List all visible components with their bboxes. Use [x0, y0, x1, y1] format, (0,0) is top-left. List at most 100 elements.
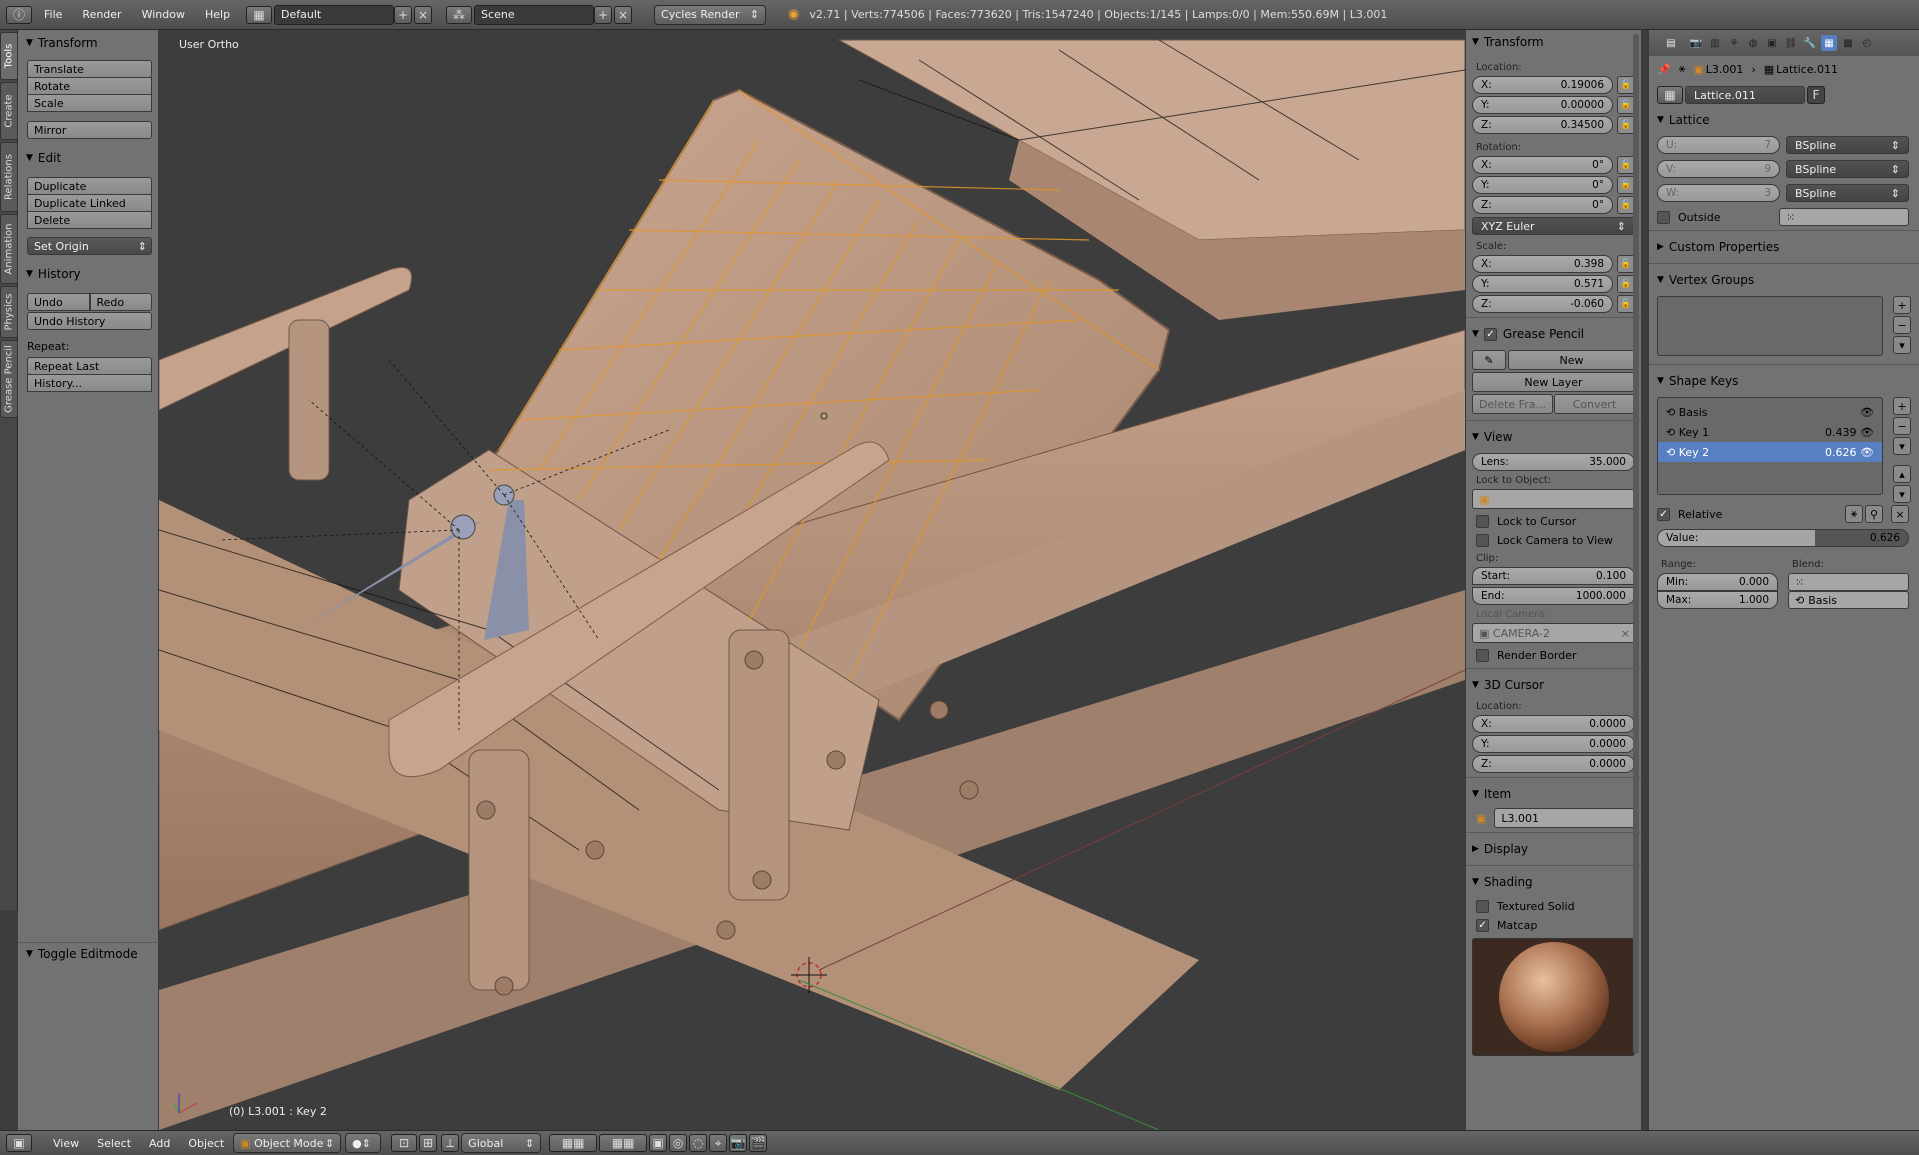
- vertex-groups-header[interactable]: ▼ Vertex Groups: [1649, 268, 1919, 292]
- menu-add[interactable]: Add: [140, 1137, 179, 1150]
- tab-tools[interactable]: Tools: [0, 32, 18, 80]
- move-down-icon[interactable]: ▾: [1893, 485, 1911, 503]
- render-border-toggle[interactable]: Render Border: [1476, 649, 1631, 662]
- tab-animation[interactable]: Animation: [0, 214, 18, 284]
- render-engine-dropdown[interactable]: Cycles Render ⇕: [654, 4, 767, 25]
- layers-tab-icon[interactable]: ▥: [1707, 35, 1723, 51]
- menu-help[interactable]: Help: [195, 8, 240, 21]
- gp-new-button[interactable]: New: [1508, 350, 1635, 370]
- orientation-dropdown[interactable]: Global ⇕: [461, 1133, 542, 1153]
- convert-button[interactable]: Convert: [1554, 394, 1635, 414]
- toggle-editmode-header[interactable]: ▼ Toggle Editmode: [18, 942, 159, 964]
- translate-button[interactable]: Translate: [27, 60, 152, 78]
- scale-z-field[interactable]: Z: -0.060: [1472, 295, 1613, 313]
- modifiers-tab-icon[interactable]: 🔧: [1802, 35, 1818, 51]
- clip-start-field[interactable]: Start: 0.100: [1472, 567, 1635, 585]
- range-min-field[interactable]: Min: 0.000: [1657, 573, 1778, 591]
- remove-shape-key-icon[interactable]: −: [1893, 417, 1911, 435]
- occlude-icon[interactable]: ⊞: [419, 1134, 438, 1152]
- proportional-icon[interactable]: ◎: [669, 1134, 688, 1152]
- lattice-u-field[interactable]: U: 7: [1657, 136, 1780, 154]
- lattice-panel-header[interactable]: ▼ Lattice: [1649, 108, 1919, 132]
- layout-field[interactable]: Default: [274, 4, 395, 25]
- menu-window[interactable]: Window: [132, 8, 195, 21]
- rotation-y-field[interactable]: Y: 0°: [1472, 176, 1613, 194]
- scene-field[interactable]: Scene: [474, 4, 595, 25]
- view-panel-header[interactable]: ▼ View: [1472, 425, 1635, 449]
- data-tab-icon[interactable]: ▦: [1821, 35, 1837, 51]
- add-shape-key-icon[interactable]: +: [1893, 397, 1911, 415]
- textured-solid-toggle[interactable]: Textured Solid: [1476, 900, 1631, 913]
- mirror-button[interactable]: Mirror: [27, 121, 152, 139]
- delete-button[interactable]: Delete: [27, 211, 152, 229]
- lock-layers-icon[interactable]: ▣: [649, 1134, 668, 1152]
- new-layer-button[interactable]: New Layer: [1472, 372, 1635, 392]
- lens-field[interactable]: Lens: 35.000: [1472, 453, 1635, 471]
- cursor-x-field[interactable]: X: 0.0000: [1472, 715, 1635, 733]
- clear-icon[interactable]: ×: [1621, 627, 1630, 640]
- relative-toggle[interactable]: ✓ Relative: [1657, 507, 1845, 521]
- repeat-last-button[interactable]: Repeat Last: [27, 357, 152, 375]
- menu-object[interactable]: Object: [179, 1137, 233, 1150]
- editor-type-icon[interactable]: ▣: [6, 1134, 32, 1152]
- tab-create[interactable]: Create: [0, 82, 18, 140]
- location-z-field[interactable]: Z: 0.34500: [1472, 116, 1613, 134]
- undo-button[interactable]: Undo: [27, 293, 90, 311]
- location-y-field[interactable]: Y: 0.00000: [1472, 96, 1613, 114]
- pivot-icon[interactable]: ⊡: [391, 1134, 418, 1152]
- grease-pencil-checkbox[interactable]: ✓: [1483, 327, 1497, 341]
- shape-key-pin-icon[interactable]: ⚲: [1865, 505, 1883, 523]
- add-vgroup-icon[interactable]: +: [1893, 296, 1911, 314]
- eye-icon[interactable]: 👁: [1860, 426, 1874, 439]
- vgroup-menu-icon[interactable]: ▾: [1893, 336, 1911, 354]
- set-origin-dropdown[interactable]: Set Origin ⇕: [27, 237, 152, 255]
- cursor-z-field[interactable]: Z: 0.0000: [1472, 755, 1635, 773]
- pencil-icon[interactable]: ✎: [1472, 350, 1506, 370]
- panel-edit-header[interactable]: ▼ Edit: [18, 147, 158, 169]
- panel-scrollbar[interactable]: [1633, 34, 1639, 1054]
- delete-frame-button[interactable]: Delete Fra...: [1472, 394, 1553, 414]
- lock-camera-toggle[interactable]: Lock Camera to View: [1476, 534, 1631, 547]
- move-up-icon[interactable]: ▴: [1893, 465, 1911, 483]
- outside-toggle[interactable]: Outside: [1657, 210, 1779, 224]
- remove-vgroup-icon[interactable]: −: [1893, 316, 1911, 334]
- render-tab-icon[interactable]: 📷: [1688, 35, 1704, 51]
- manipulator-icon[interactable]: ⟂: [441, 1134, 460, 1152]
- shape-key-row-selected[interactable]: ⟲ Key 2 0.626 👁: [1658, 442, 1882, 462]
- menu-select[interactable]: Select: [88, 1137, 140, 1150]
- shape-key-list[interactable]: ⟲ Basis 👁 ⟲ Key 1 0.439 👁 ⟲ Key 2 0.626 👁: [1657, 397, 1883, 495]
- add-layout-icon[interactable]: +: [394, 5, 413, 24]
- tab-relations[interactable]: Relations: [0, 142, 18, 212]
- datablock-name-field[interactable]: Lattice.011: [1685, 86, 1805, 104]
- item-panel-header[interactable]: ▼ Item: [1472, 782, 1635, 806]
- menu-render[interactable]: Render: [72, 8, 131, 21]
- world-tab-icon[interactable]: ◍: [1745, 35, 1761, 51]
- shape-key-clear-icon[interactable]: ×: [1891, 505, 1909, 523]
- custom-properties-header[interactable]: ▶ Custom Properties: [1649, 235, 1919, 259]
- panel-history-header[interactable]: ▼ History: [18, 263, 158, 285]
- history-button[interactable]: History...: [27, 374, 152, 392]
- rotation-mode-dropdown[interactable]: XYZ Euler ⇕: [1472, 217, 1635, 235]
- matcap-preview[interactable]: [1472, 938, 1635, 1056]
- grease-pencil-panel-header[interactable]: ▼ ✓ Grease Pencil: [1472, 322, 1635, 346]
- remove-scene-icon[interactable]: ×: [614, 5, 633, 24]
- lattice-w-field[interactable]: W: 3: [1657, 184, 1780, 202]
- shading-dropdown[interactable]: ●⇕: [345, 1133, 382, 1153]
- location-x-field[interactable]: X: 0.19006: [1472, 76, 1613, 94]
- editor-type-icon[interactable]: ▤: [1657, 35, 1685, 51]
- scale-button[interactable]: Scale: [27, 94, 152, 112]
- fake-user-button[interactable]: F: [1807, 86, 1825, 104]
- physics-tab-icon[interactable]: ◴: [1859, 35, 1875, 51]
- clip-end-field[interactable]: End: 1000.000: [1472, 587, 1635, 605]
- shape-key-apply-icon[interactable]: ⚹: [1845, 505, 1863, 523]
- interp-u-dropdown[interactable]: BSpline ⇕: [1786, 136, 1909, 154]
- blend-basis-field[interactable]: ⟲ Basis: [1788, 591, 1909, 609]
- info-editor-icon[interactable]: ⓘ: [6, 5, 32, 24]
- shading-panel-header[interactable]: ▼ Shading: [1472, 870, 1635, 894]
- snap-element-icon[interactable]: ⌖: [709, 1134, 728, 1152]
- remove-layout-icon[interactable]: ×: [414, 5, 433, 24]
- render-anim-icon[interactable]: 🎬: [749, 1134, 768, 1152]
- render-icon[interactable]: 📷: [729, 1134, 748, 1152]
- range-max-field[interactable]: Max: 1.000: [1657, 591, 1778, 609]
- scale-x-field[interactable]: X: 0.398: [1472, 255, 1613, 273]
